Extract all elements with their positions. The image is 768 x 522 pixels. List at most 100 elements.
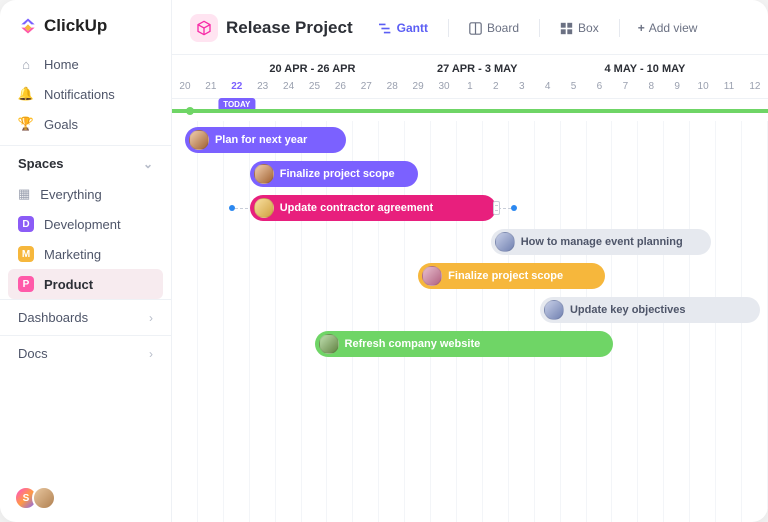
dependency-dot[interactable] [511, 205, 517, 211]
gantt-task[interactable]: How to manage event planning [491, 229, 711, 255]
assignee-avatar [319, 334, 339, 354]
assignee-avatar [254, 198, 274, 218]
section-docs[interactable]: Docs › [0, 335, 171, 371]
day-row: 202122TODAY23242526272829301234567891011… [172, 77, 768, 99]
day-cell[interactable]: 5 [561, 77, 587, 98]
gantt-task[interactable]: Finalize project scope [418, 263, 605, 289]
day-cell[interactable]: 6 [587, 77, 613, 98]
divider [448, 19, 449, 37]
app-window: ClickUp ⌂ Home 🔔 Notifications 🏆 Goals S… [0, 0, 768, 522]
space-badge-d: D [18, 216, 34, 232]
space-marketing-label: Marketing [44, 247, 101, 262]
nav-home[interactable]: ⌂ Home [8, 50, 163, 79]
space-product[interactable]: P Product [8, 269, 163, 299]
day-cell[interactable]: 27 [353, 77, 379, 98]
nav-goals-label: Goals [44, 117, 78, 132]
day-cell[interactable]: 21 [198, 77, 224, 98]
nav-notifications[interactable]: 🔔 Notifications [8, 79, 163, 109]
day-cell[interactable]: 22TODAY [224, 77, 250, 98]
space-everything-label: Everything [40, 187, 101, 202]
view-tab-box[interactable]: Box [552, 17, 607, 39]
space-marketing[interactable]: M Marketing [8, 239, 163, 269]
date-range-label: 20 APR - 26 APR [172, 63, 433, 75]
day-cell[interactable]: 10 [690, 77, 716, 98]
gantt-task[interactable]: Update key objectives [540, 297, 760, 323]
grid-icon: ▦ [18, 186, 30, 202]
date-range-row: 20 APR - 26 APR27 APR - 3 MAY4 MAY - 10 … [172, 55, 768, 77]
day-cell[interactable]: 25 [302, 77, 328, 98]
chevron-down-icon: ⌄ [143, 157, 153, 171]
space-everything[interactable]: ▦ Everything [8, 179, 163, 209]
view-board-label: Board [487, 21, 519, 35]
gantt-task[interactable]: Refresh company website [315, 331, 613, 357]
spaces-header[interactable]: Spaces ⌄ [0, 145, 171, 179]
board-icon [469, 22, 482, 35]
task-label: Update contractor agreement [280, 202, 433, 214]
trophy-icon: 🏆 [18, 116, 34, 132]
task-label: How to manage event planning [521, 236, 683, 248]
bell-icon: 🔔 [18, 86, 34, 102]
project-header: Release Project Gantt Board Box + Add vi… [172, 0, 768, 55]
task-label: Update key objectives [570, 304, 686, 316]
nav-home-label: Home [44, 57, 79, 72]
day-cell[interactable]: 3 [509, 77, 535, 98]
day-cell[interactable]: 11 [716, 77, 742, 98]
project-icon [190, 14, 218, 42]
view-tab-board[interactable]: Board [461, 17, 527, 39]
day-cell[interactable]: 29 [405, 77, 431, 98]
day-cell[interactable]: 9 [664, 77, 690, 98]
brand-logo: ClickUp [0, 16, 171, 50]
gantt-task[interactable]: Finalize project scope [250, 161, 418, 187]
task-label: Plan for next year [215, 134, 307, 146]
spaces-list: ▦ Everything D Development M Marketing P… [0, 179, 171, 299]
date-range-label: 4 MAY - 10 MAY [600, 63, 768, 75]
day-cell[interactable]: 7 [612, 77, 638, 98]
day-cell[interactable]: 28 [379, 77, 405, 98]
sidebar: ClickUp ⌂ Home 🔔 Notifications 🏆 Goals S… [0, 0, 172, 522]
chevron-right-icon: › [149, 311, 153, 325]
assignee-avatar [544, 300, 564, 320]
gantt-icon [379, 22, 392, 35]
assignee-avatar [189, 130, 209, 150]
main-content: Release Project Gantt Board Box + Add vi… [172, 0, 768, 522]
task-label: Finalize project scope [448, 270, 563, 282]
timeline-progress [172, 109, 768, 113]
section-dashboards[interactable]: Dashboards › [0, 299, 171, 335]
day-cell[interactable]: 30 [431, 77, 457, 98]
divider [619, 19, 620, 37]
day-cell[interactable]: 4 [535, 77, 561, 98]
space-development-label: Development [44, 217, 121, 232]
day-cell[interactable]: 24 [276, 77, 302, 98]
space-badge-m: M [18, 246, 34, 262]
nav-goals[interactable]: 🏆 Goals [8, 109, 163, 139]
day-cell[interactable]: 20 [172, 77, 198, 98]
space-product-label: Product [44, 277, 93, 292]
day-cell[interactable]: 26 [327, 77, 353, 98]
day-cell[interactable]: 8 [638, 77, 664, 98]
plus-icon: + [638, 21, 645, 35]
day-cell[interactable]: 12 [742, 77, 768, 98]
clickup-logo-icon [18, 16, 38, 36]
view-gantt-label: Gantt [397, 21, 428, 35]
user-avatar-2[interactable] [32, 486, 56, 510]
dependency-line [235, 208, 248, 209]
day-cell[interactable]: 23 [250, 77, 276, 98]
day-cell[interactable]: 1 [457, 77, 483, 98]
assignee-avatar [422, 266, 442, 286]
day-cell[interactable]: 2 [483, 77, 509, 98]
docs-label: Docs [18, 346, 48, 361]
dashboards-label: Dashboards [18, 310, 88, 325]
space-development[interactable]: D Development [8, 209, 163, 239]
progress-fill [172, 109, 768, 113]
gantt-task[interactable]: Plan for next year [185, 127, 346, 153]
resize-handle[interactable] [493, 201, 500, 215]
project-title: Release Project [226, 18, 353, 38]
timeline-header: 20 APR - 26 APR27 APR - 3 MAY4 MAY - 10 … [172, 55, 768, 121]
view-tab-gantt[interactable]: Gantt [371, 17, 436, 39]
assignee-avatar [254, 164, 274, 184]
gantt-task[interactable]: Update contractor agreement [250, 195, 496, 221]
nav-notifications-label: Notifications [44, 87, 115, 102]
home-icon: ⌂ [18, 57, 34, 72]
add-view-button[interactable]: + Add view [632, 17, 704, 39]
chevron-right-icon: › [149, 347, 153, 361]
